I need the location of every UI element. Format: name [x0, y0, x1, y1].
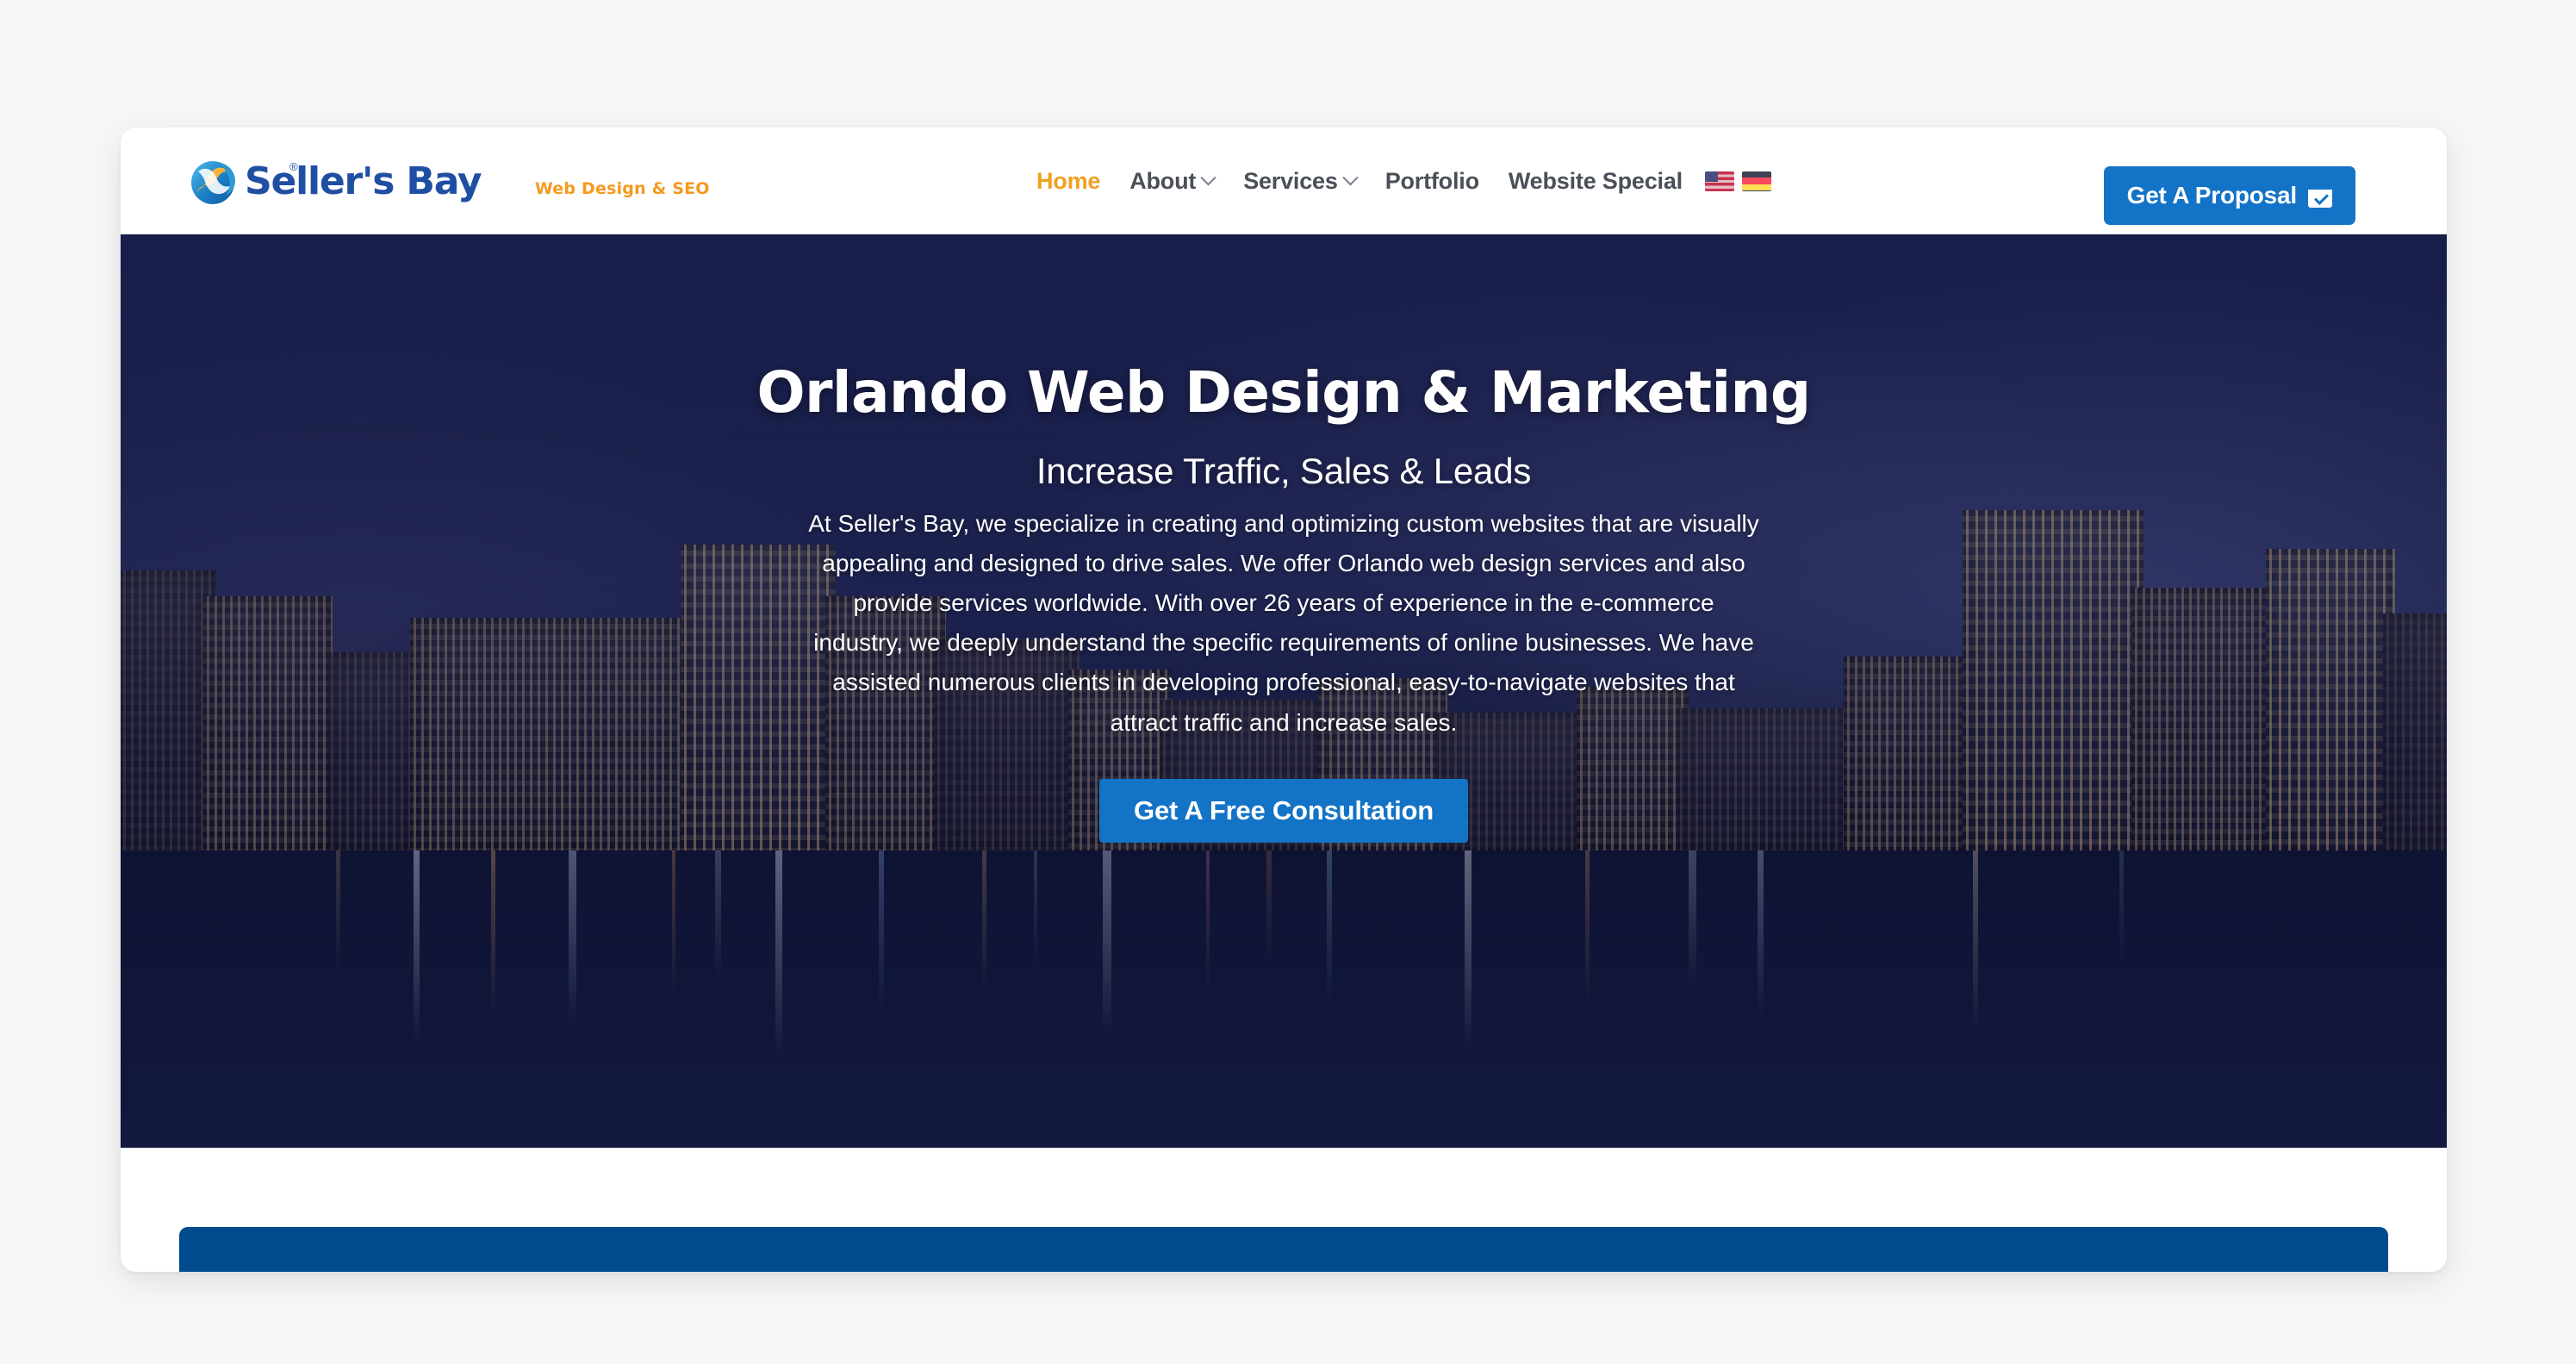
main-navigation: Home About Services Portfolio Website Sp… — [1022, 128, 1771, 234]
logo-text: Seller's Bay ® Web Design & SEO — [245, 159, 710, 204]
site-logo[interactable]: Seller's Bay ® Web Design & SEO — [188, 148, 710, 214]
chevron-down-icon — [1200, 169, 1216, 185]
logo-tagline: Web Design & SEO — [534, 179, 710, 199]
page-card: Seller's Bay ® Web Design & SEO Home Abo… — [121, 128, 2447, 1272]
sellers-bay-globe-swoosh-icon — [188, 154, 241, 208]
nav-label: Website Special — [1508, 167, 1683, 194]
logo-name: Seller's Bay — [245, 159, 482, 204]
nav-item-website-special[interactable]: Website Special — [1494, 168, 1697, 195]
nav-item-home[interactable]: Home — [1022, 168, 1115, 195]
registered-mark: ® — [289, 160, 298, 174]
german-flag-icon[interactable] — [1741, 171, 1771, 191]
site-header: Seller's Bay ® Web Design & SEO Home Abo… — [121, 128, 2447, 234]
nav-label: About — [1129, 167, 1197, 194]
hero-content: Orlando Web Design & Marketing Increase … — [121, 359, 2447, 843]
calendar-check-icon — [2308, 184, 2332, 208]
nav-item-services[interactable]: Services — [1229, 168, 1371, 195]
nav-label: Home — [1036, 167, 1101, 194]
hero-subtitle: Increase Traffic, Sales & Leads — [1036, 450, 1532, 491]
get-a-free-consultation-button[interactable]: Get A Free Consultation — [1099, 778, 1468, 843]
hero-paragraph: At Seller's Bay, we specialize in creati… — [808, 509, 1759, 736]
get-a-proposal-button[interactable]: Get A Proposal — [2103, 166, 2355, 225]
blue-section-band — [179, 1227, 2388, 1272]
next-section — [121, 1148, 2447, 1272]
nav-item-about[interactable]: About — [1115, 168, 1229, 195]
proposal-button-label: Get A Proposal — [2126, 182, 2298, 209]
us-flag-icon[interactable] — [1704, 171, 1734, 191]
hero-section: Orlando Web Design & Marketing Increase … — [121, 234, 2447, 1148]
nav-label: Portfolio — [1384, 167, 1479, 194]
hero-title: Orlando Web Design & Marketing — [756, 359, 1811, 426]
chevron-down-icon — [1341, 169, 1359, 185]
nav-label: Services — [1243, 167, 1338, 194]
nav-item-portfolio[interactable]: Portfolio — [1371, 168, 1494, 195]
